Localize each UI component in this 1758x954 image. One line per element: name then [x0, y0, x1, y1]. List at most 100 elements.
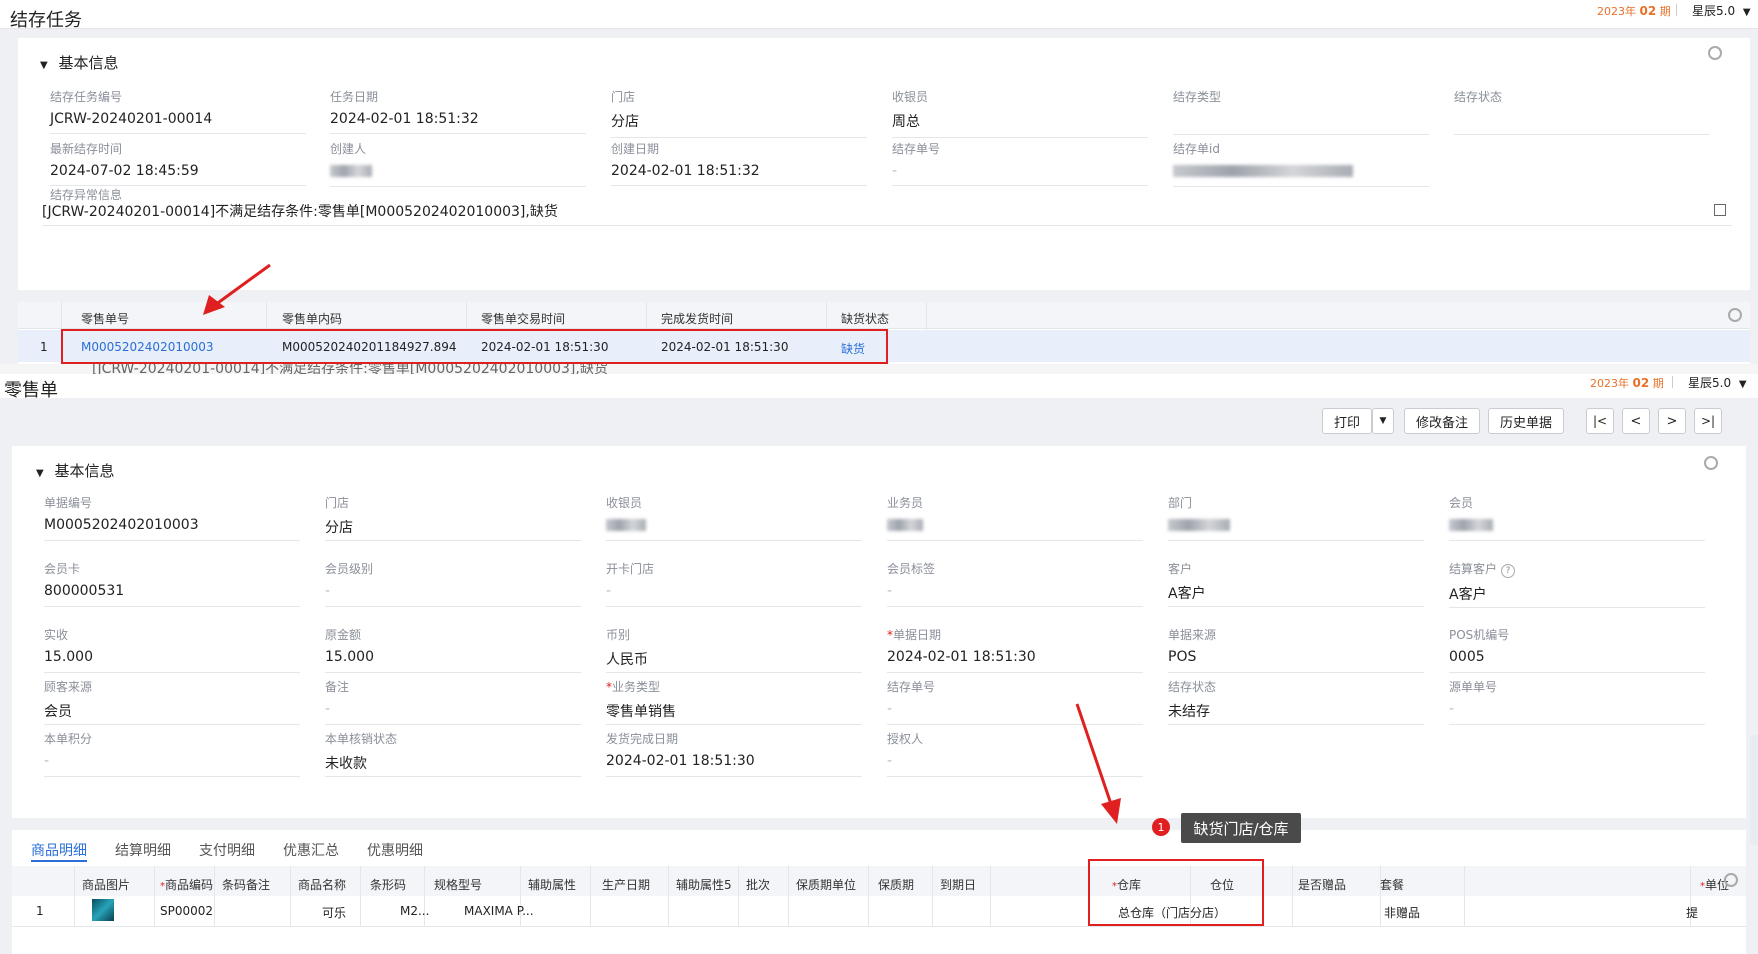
- field-17: POS机编号 0005: [1449, 626, 1705, 673]
- annotation-arrow: [203, 263, 271, 315]
- tab-discount-detail[interactable]: 优惠明细: [367, 840, 423, 860]
- col-header-text: 到期日: [940, 878, 977, 892]
- col-header-text: 商品图片: [82, 878, 131, 892]
- prev-record-button[interactable]: <: [1622, 408, 1650, 434]
- col-header-2[interactable]: 条码备注: [222, 876, 270, 893]
- floating-side-widget[interactable]: [1750, 735, 1758, 845]
- period-num: 02: [1632, 376, 1650, 390]
- col-header-1[interactable]: *商品编码: [160, 876, 213, 893]
- col-header-5[interactable]: 规格型号: [434, 876, 482, 893]
- history-button[interactable]: 历史单据: [1488, 408, 1564, 434]
- tab-payment-detail[interactable]: 支付明细: [199, 840, 255, 860]
- annotation-arrow: [1075, 703, 1121, 824]
- version-selector[interactable]: 星辰5.0 ▼: [1692, 2, 1751, 19]
- field-22: 结存状态 未结存: [1168, 678, 1424, 725]
- col-header-3[interactable]: 商品名称: [298, 876, 346, 893]
- col-header-10[interactable]: 保质期单位: [796, 876, 856, 893]
- help-icon[interactable]: ?: [1501, 564, 1516, 578]
- field-label: 结存任务编号: [50, 90, 123, 104]
- col-header-8[interactable]: 辅助属性5: [676, 876, 732, 893]
- field-label-text: 收银员: [606, 496, 643, 510]
- col-divider: [738, 866, 739, 926]
- unit[interactable]: 提: [1686, 904, 1698, 921]
- tab-settle-detail[interactable]: 结算明细: [115, 840, 171, 860]
- field-label-text: 客户: [1168, 562, 1193, 576]
- field-25: 本单核销状态 未收款: [325, 730, 581, 777]
- product-name[interactable]: 可乐: [322, 904, 346, 921]
- print-dropdown-button[interactable]: ▼: [1372, 408, 1394, 434]
- error-text: [JCRW-20240201-00014]不满足结存条件:零售单[M000520…: [42, 201, 1732, 226]
- product-code[interactable]: SP00002: [160, 904, 213, 918]
- period-year: 2023年: [1590, 377, 1629, 390]
- caret-down-icon: ▼: [36, 468, 44, 479]
- field-label: 结存类型: [1173, 90, 1222, 104]
- field-value-blurred: [1168, 517, 1424, 541]
- product-image[interactable]: [92, 899, 114, 921]
- page-title: 结存任务: [10, 10, 82, 31]
- table-settings-gear-icon[interactable]: [1724, 873, 1738, 887]
- edit-note-label: 修改备注: [1415, 415, 1468, 431]
- field-value: 15.000: [44, 649, 300, 673]
- barcode[interactable]: M2...: [400, 904, 429, 918]
- col-header-16[interactable]: 套餐: [1380, 876, 1404, 893]
- col-divider: [590, 866, 591, 926]
- last-record-button[interactable]: >|: [1694, 408, 1722, 434]
- field-label-text: 源单单号: [1449, 680, 1498, 694]
- col-header-text: 条形码: [370, 878, 407, 892]
- col-header-11[interactable]: 保质期: [878, 876, 914, 893]
- field-value-blurred: [1173, 163, 1429, 187]
- field-value: 2024-02-01 18:51:30: [606, 753, 862, 777]
- field-label-text: 单据来源: [1168, 628, 1217, 642]
- col-divider: [668, 866, 669, 926]
- col-header-inner-code: 零售单内码: [282, 312, 343, 326]
- col-header-9[interactable]: 批次: [746, 876, 770, 893]
- field-value: -: [1449, 701, 1705, 725]
- tooltip-text: 缺货门店/仓库: [1193, 819, 1289, 838]
- bottom-header-bar: [0, 374, 1758, 398]
- field-value: 2024-02-01 18:51:32: [611, 163, 867, 186]
- col-header-15[interactable]: 是否赠品: [1298, 876, 1346, 893]
- history-label: 历史单据: [1499, 415, 1552, 431]
- copy-icon[interactable]: [1714, 204, 1726, 216]
- table-settings-gear-icon[interactable]: [1728, 308, 1742, 322]
- field-label: POS机编号: [1449, 626, 1705, 643]
- overlap-strip: [JCRW-20240201-00014]不满足结存条件:零售单[M000520…: [0, 364, 1758, 374]
- field-label-text: 会员级别: [325, 562, 374, 576]
- spec-model[interactable]: MAXIMA P...: [464, 904, 534, 918]
- col-header-12[interactable]: 到期日: [940, 876, 976, 893]
- col-header-7[interactable]: 生产日期: [602, 876, 650, 893]
- col-divider: [1464, 866, 1465, 926]
- tab-product-detail[interactable]: 商品明细: [31, 840, 87, 860]
- edit-note-button[interactable]: 修改备注: [1404, 408, 1480, 434]
- tab-discount-summary[interactable]: 优惠汇总: [283, 840, 339, 860]
- col-header-4[interactable]: 条形码: [370, 876, 406, 893]
- product-table-row[interactable]: [12, 896, 1746, 927]
- row-index[interactable]: 1: [36, 904, 44, 918]
- col-header-0[interactable]: 商品图片: [82, 876, 130, 893]
- settings-gear-icon[interactable]: [1708, 46, 1722, 60]
- col-divider: [74, 866, 75, 926]
- field-value: 未结存: [1168, 701, 1424, 725]
- field-14: 币别 人民币: [606, 626, 862, 673]
- period-indicator[interactable]: 2023年 02 期: [1597, 3, 1671, 19]
- gift-flag[interactable]: 非赠品: [1384, 904, 1420, 921]
- chevron-down-icon: ▼: [1742, 7, 1751, 18]
- section-collapse-toggle[interactable]: ▼ 基本信息: [36, 460, 115, 481]
- col-header-text: 条码备注: [222, 878, 271, 892]
- period-indicator[interactable]: 2023年 02 期: [1590, 375, 1664, 391]
- field-label-text: 发货完成日期: [606, 732, 679, 746]
- col-divider: [990, 866, 991, 926]
- first-record-button[interactable]: |<: [1586, 408, 1614, 434]
- field-value: 分店: [325, 517, 581, 541]
- next-record-button[interactable]: >: [1658, 408, 1686, 434]
- print-button[interactable]: 打印: [1322, 408, 1372, 434]
- settings-gear-icon[interactable]: [1704, 456, 1718, 470]
- section-collapse-toggle[interactable]: ▼ 基本信息: [40, 52, 119, 73]
- basic-info-panel: ▼ 基本信息 结存任务编号 JCRW-20240201-00014 任务日期 2…: [18, 38, 1750, 290]
- chevron-right-icon: >: [1666, 413, 1678, 429]
- field-label: 实收: [44, 626, 300, 643]
- blurred-text: [330, 165, 372, 177]
- col-header-6[interactable]: 辅助属性: [528, 876, 576, 893]
- field-value: 零售单销售: [606, 701, 862, 725]
- version-selector[interactable]: 星辰5.0 ▼: [1688, 374, 1747, 391]
